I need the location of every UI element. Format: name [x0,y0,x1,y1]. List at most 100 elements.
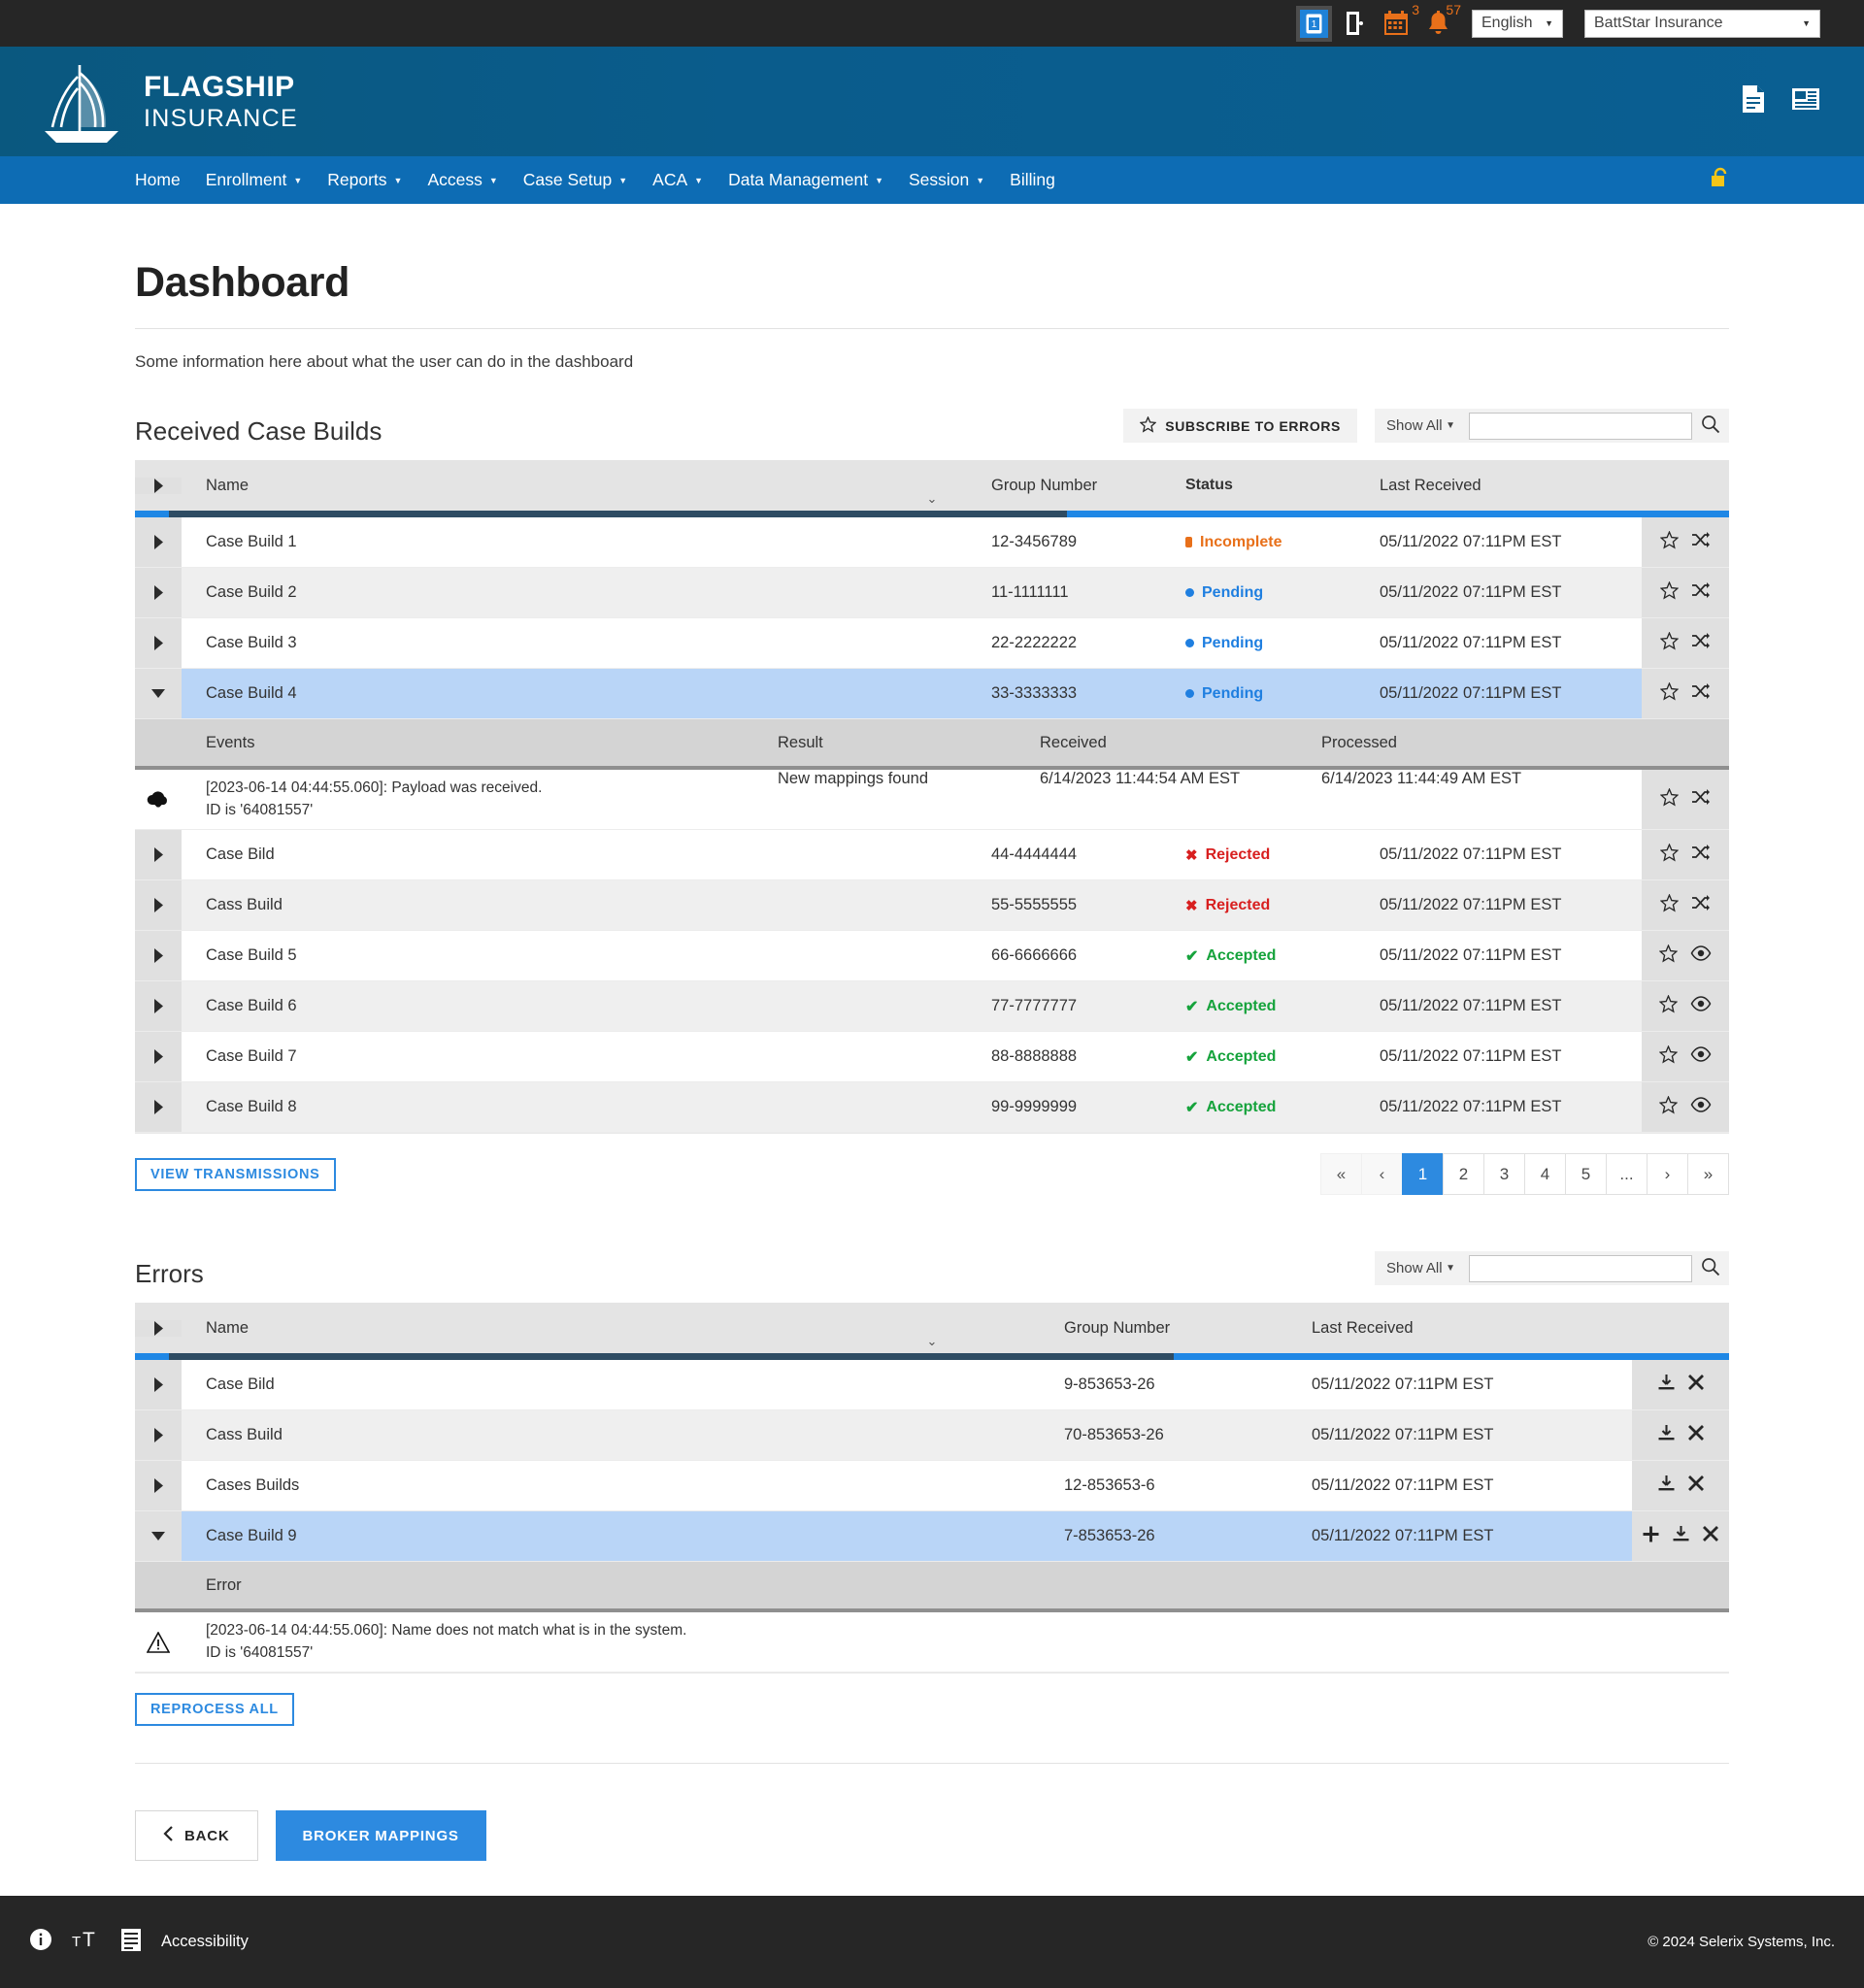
close-icon[interactable] [1687,1474,1705,1497]
reprocess-all-button[interactable]: REPROCESS ALL [135,1693,294,1726]
row-actions[interactable] [1642,880,1729,930]
star-icon[interactable] [1658,1094,1679,1119]
error-subtable-row[interactable]: [2023-06-14 04:44:55.060]: Name does not… [135,1612,1729,1673]
row-expand-toggle[interactable] [135,1360,182,1409]
download-icon[interactable] [1657,1424,1676,1447]
row-actions[interactable] [1642,1032,1729,1081]
pagination-next[interactable]: › [1647,1153,1688,1195]
bell-icon[interactable]: 57 [1426,2,1461,37]
star-icon[interactable] [1659,580,1680,605]
row-collapse-toggle[interactable] [135,669,182,718]
info-icon[interactable] [29,1928,52,1956]
column-header-last-received[interactable]: Last Received [1380,477,1642,495]
news-icon[interactable] [1791,85,1820,117]
nav-item-billing[interactable]: Billing [997,156,1068,204]
nav-item-enrollment[interactable]: Enrollment ▼ [193,156,316,204]
row-actions[interactable] [1632,1511,1729,1561]
row-expand-toggle[interactable] [135,1032,182,1081]
table-row[interactable]: Case Build 8 99-9999999 ✔ Accepted 05/11/… [135,1082,1729,1133]
pagination-page-5[interactable]: 5 [1565,1153,1607,1195]
table-row[interactable]: Case Bild 44-4444444 ✖ Rejected 05/11/202… [135,830,1729,880]
organization-select[interactable]: BattStar Insurance ▼ [1584,9,1820,38]
pagination-last[interactable]: » [1687,1153,1729,1195]
eye-icon[interactable] [1690,996,1712,1016]
star-icon[interactable] [1659,630,1680,655]
row-actions[interactable] [1642,981,1729,1031]
eye-icon[interactable] [1690,1046,1712,1067]
errors-show-all-select[interactable]: Show All ▼ [1375,1260,1465,1276]
table-row[interactable]: Case Build 6 77-7777777 ✔ Accepted 05/11/… [135,981,1729,1032]
expand-all-toggle[interactable] [135,1319,182,1337]
column-header-group-number[interactable]: Group Number [1064,1319,1312,1338]
row-actions[interactable] [1642,568,1729,617]
shuffle-icon[interactable] [1691,581,1711,604]
row-expand-toggle[interactable] [135,618,182,668]
table-row[interactable]: Cass Build 70-853653-26 05/11/2022 07:11… [135,1410,1729,1461]
row-actions[interactable] [1642,517,1729,567]
row-collapse-toggle[interactable] [135,1511,182,1561]
table-row[interactable]: Case Build 5 66-6666666 ✔ Accepted 05/11/… [135,931,1729,981]
close-icon[interactable] [1687,1374,1705,1396]
star-icon[interactable] [1659,680,1680,706]
event-row-actions[interactable] [1642,770,1729,829]
shuffle-icon[interactable] [1691,682,1711,705]
eye-icon[interactable] [1690,945,1712,966]
close-icon[interactable] [1687,1424,1705,1446]
logo[interactable]: FLAGSHIP INSURANCE [29,59,298,145]
unlock-icon[interactable] [1711,167,1729,193]
row-expand-toggle[interactable] [135,931,182,980]
nav-item-home[interactable]: Home [135,156,193,204]
table-row[interactable]: Case Build 3 22-2222222 Pending 05/11/20… [135,618,1729,669]
row-actions[interactable] [1632,1410,1729,1460]
star-icon[interactable] [1659,892,1680,917]
column-header-status[interactable]: Status [1185,477,1380,494]
star-icon[interactable] [1659,786,1680,812]
errors-search-input[interactable] [1469,1254,1692,1282]
row-expand-toggle[interactable] [135,1410,182,1460]
text-size-icon[interactable]: TT [72,1928,101,1956]
table-row[interactable]: Case Build 9 7-853653-26 05/11/2022 07:1… [135,1511,1729,1562]
pagination-page-3[interactable]: 3 [1483,1153,1525,1195]
pagination-ellipsis[interactable]: ... [1606,1153,1648,1195]
shuffle-icon[interactable] [1691,894,1711,916]
download-icon[interactable] [1672,1525,1690,1548]
plus-icon[interactable] [1642,1525,1660,1548]
star-icon[interactable] [1658,993,1679,1018]
row-actions[interactable] [1632,1461,1729,1510]
shuffle-icon[interactable] [1691,844,1711,866]
pagination-page-1[interactable]: 1 [1402,1153,1444,1195]
row-expand-toggle[interactable] [135,830,182,879]
shuffle-icon[interactable] [1691,632,1711,654]
id-card-icon[interactable]: 1 [1296,5,1332,42]
nav-item-session[interactable]: Session ▼ [896,156,997,204]
received-search-input[interactable] [1469,412,1692,440]
row-actions[interactable] [1632,1360,1729,1409]
download-icon[interactable] [1657,1374,1676,1397]
pagination-page-4[interactable]: 4 [1524,1153,1566,1195]
language-select[interactable]: English ▼ [1472,9,1563,38]
accessibility-link[interactable]: Accessibility [161,1933,249,1951]
row-actions[interactable] [1642,931,1729,980]
eye-icon[interactable] [1690,1097,1712,1117]
star-icon[interactable] [1659,842,1680,867]
star-icon[interactable] [1658,943,1679,968]
pagination-page-2[interactable]: 2 [1443,1153,1484,1195]
broker-mappings-button[interactable]: BROKER MAPPINGS [275,1810,486,1861]
column-header-last-received[interactable]: Last Received [1312,1319,1632,1338]
nav-item-aca[interactable]: ACA ▼ [640,156,716,204]
nav-item-reports[interactable]: Reports ▼ [315,156,415,204]
subscribe-to-errors-button[interactable]: SUBSCRIBE TO ERRORS [1123,409,1357,443]
table-row[interactable]: Case Build 1 12-3456789 Incomplete 05/11… [135,517,1729,568]
pagination-prev[interactable]: ‹ [1361,1153,1403,1195]
table-row[interactable]: Case Build 4 33-3333333 Pending 05/11/20… [135,669,1729,719]
view-transmissions-button[interactable]: VIEW TRANSMISSIONS [135,1157,336,1191]
row-expand-toggle[interactable] [135,1461,182,1510]
row-expand-toggle[interactable] [135,1082,182,1132]
row-actions[interactable] [1642,618,1729,668]
events-subtable-row[interactable]: [2023-06-14 04:44:55.060]: Payload was r… [135,770,1729,830]
row-expand-toggle[interactable] [135,517,182,567]
download-icon[interactable] [1657,1474,1676,1498]
star-icon[interactable] [1659,529,1680,554]
shuffle-icon[interactable] [1691,531,1711,553]
expand-all-toggle[interactable] [135,477,182,494]
